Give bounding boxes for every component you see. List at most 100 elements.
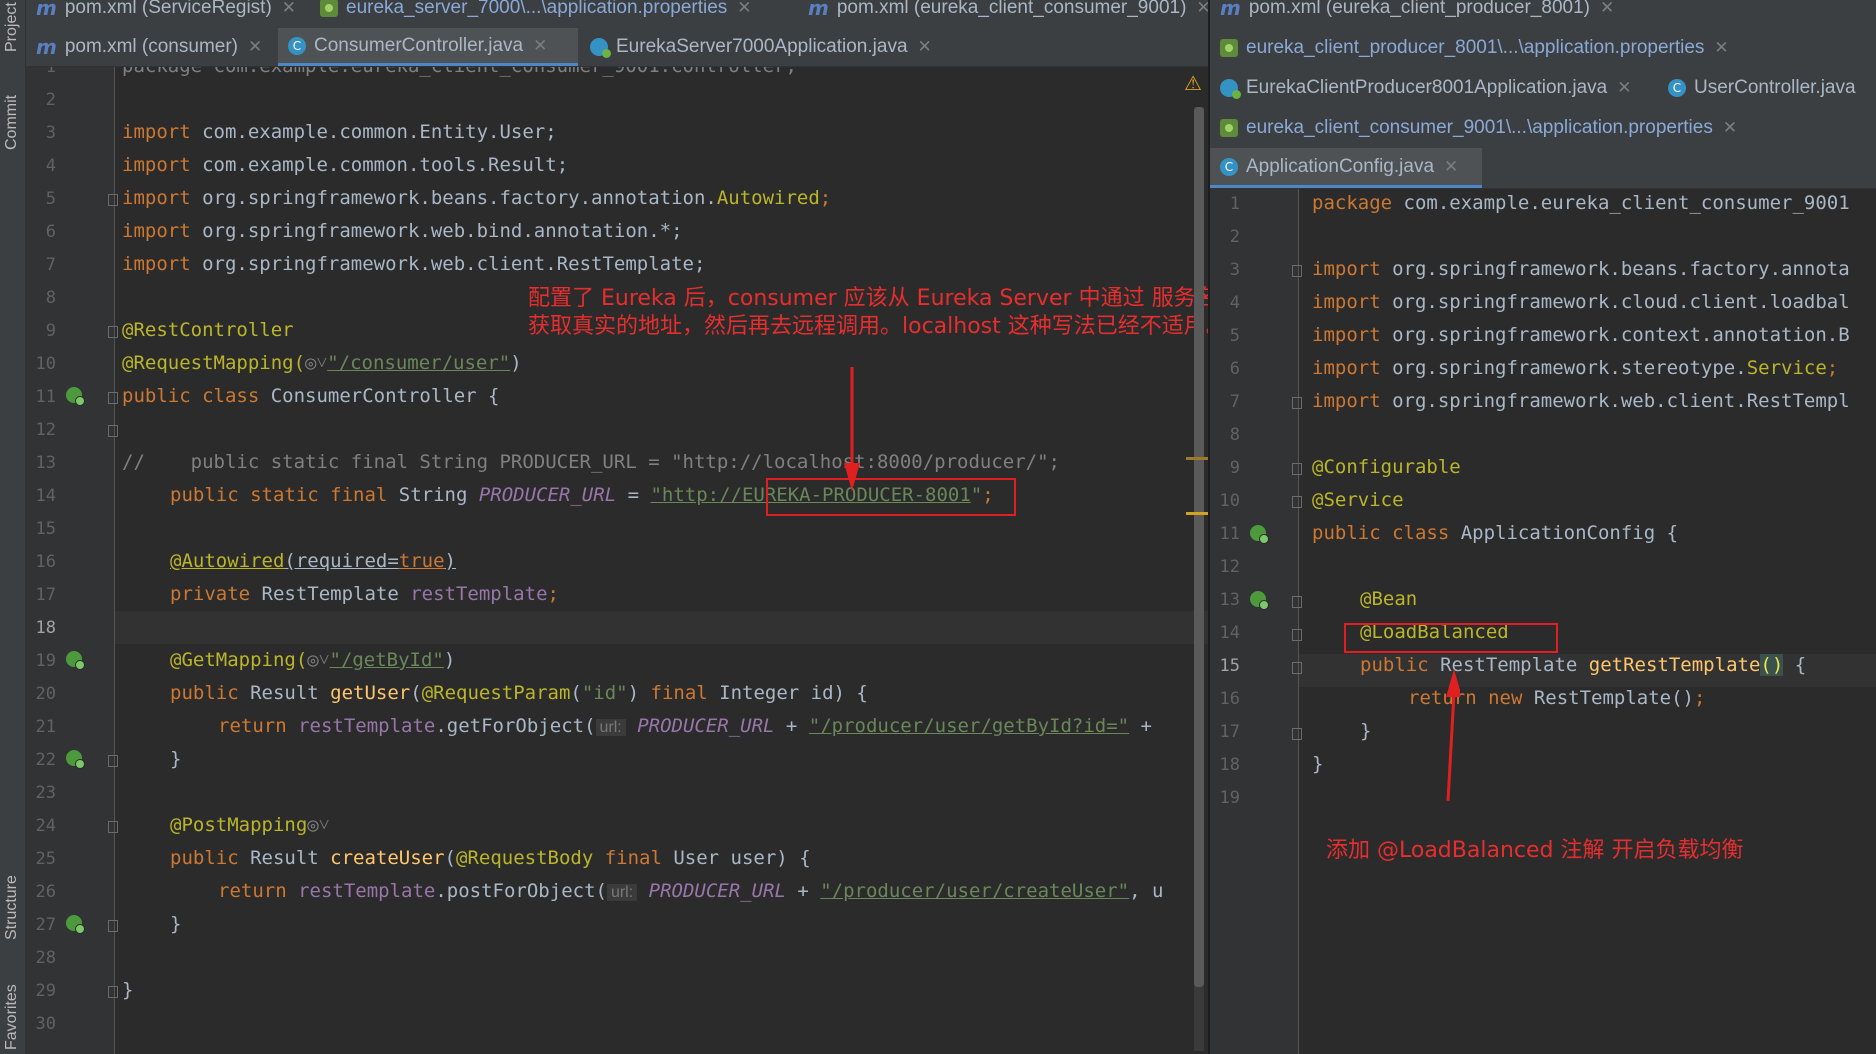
structure-tool-button[interactable]: Structure: [3, 875, 21, 940]
left-editor[interactable]: 1 2 3 4 5 6 7 8 9 10 11 12 13 14 15 16 17 18 19 20 21 22 23 24 2…: [26, 67, 1208, 1054]
line-number: 2: [1229, 227, 1240, 247]
line-number: 21: [35, 717, 56, 737]
class-icon: C: [1668, 79, 1686, 97]
annotation-note-right: 添加 @LoadBalanced 注解 开启负载均衡: [1326, 838, 1744, 863]
code-line-5: import org.springframework.context.annot…: [1312, 324, 1850, 346]
vertical-scrollbar[interactable]: [1194, 107, 1204, 1051]
line-number: 2: [45, 90, 56, 110]
spring-boot-icon: [1220, 79, 1241, 99]
line-number: 7: [1229, 392, 1240, 412]
spring-bean-gutter-icon[interactable]: [66, 651, 85, 670]
tool-window-strip: Project Commit Structure Favorites: [0, 0, 26, 1054]
close-icon[interactable]: ✕: [533, 36, 547, 56]
fold-icon[interactable]: [1292, 496, 1302, 508]
line-number: 28: [35, 948, 56, 968]
code-line-3: import org.springframework.beans.factory…: [1312, 258, 1850, 280]
spring-bean-gutter-icon[interactable]: [66, 387, 85, 406]
fold-icon[interactable]: [1292, 265, 1302, 277]
current-line-highlight: [115, 611, 1208, 644]
line-number: 10: [35, 354, 56, 374]
service-name-highlight-box: [766, 478, 1016, 516]
arrow-icon: [844, 367, 860, 491]
fold-icon[interactable]: [108, 194, 118, 206]
line-number: 11: [1219, 524, 1240, 544]
close-icon[interactable]: ✕: [1617, 78, 1631, 98]
right-editor[interactable]: 1 2 3 4 5 6 7 8 9 10 11 12 13 14 15 16 17 18 19 package co…: [1210, 189, 1876, 1054]
line-number: 13: [35, 453, 56, 473]
spring-bean-gutter-icon[interactable]: [66, 915, 85, 934]
tab-application-config[interactable]: C ApplicationConfig.java ✕: [1210, 148, 1482, 188]
spring-boot-icon: [590, 38, 611, 58]
project-tool-button[interactable]: Project: [3, 2, 21, 52]
maven-icon: m: [1220, 0, 1241, 20]
tab-eureka-server-properties[interactable]: eureka_server_7000\...\application.prope…: [310, 0, 762, 28]
close-icon[interactable]: ✕: [918, 37, 932, 57]
code-line-13: @Bean: [1360, 588, 1418, 610]
line-number: 4: [45, 156, 56, 176]
maven-icon: m: [808, 0, 829, 20]
tab-pom-consumer-9001[interactable]: m pom.xml (eureka_client_consumer_9001) ✕: [798, 0, 1221, 28]
gutter-divider: [114, 67, 115, 1054]
tab-pom-consumer[interactable]: m pom.xml (consumer) ✕: [26, 28, 272, 66]
fold-icon[interactable]: [1292, 397, 1302, 409]
tab-user-controller[interactable]: C UserController.java: [1658, 68, 1866, 108]
fold-icon[interactable]: [108, 755, 118, 767]
spring-bean-gutter-icon[interactable]: [66, 750, 85, 769]
tab-pom-producer-8001[interactable]: m pom.xml (eureka_client_producer_8001) ✕: [1210, 0, 1624, 28]
fold-icon[interactable]: [1292, 596, 1302, 608]
annotation-note-left: 配置了 Eureka 后，consumer 应该从 Eureka Server …: [528, 286, 1208, 339]
code-line-18: }: [1312, 753, 1324, 775]
fold-icon[interactable]: [1292, 629, 1302, 641]
globe-icon[interactable]: ◎˅: [307, 649, 329, 671]
scrollbar-thumb[interactable]: [1194, 107, 1204, 987]
code-line-10: @Service: [1312, 489, 1404, 511]
line-number: 10: [1219, 491, 1240, 511]
code-line-1: package com.example.eureka_client_consum…: [1312, 192, 1850, 214]
tab-consumer-controller[interactable]: C ConsumerController.java ✕: [278, 28, 578, 66]
line-number: 6: [1229, 359, 1240, 379]
globe-icon[interactable]: ◎˅: [305, 352, 327, 374]
tab-producer-8001-properties[interactable]: eureka_client_producer_8001\...\applicat…: [1210, 28, 1739, 68]
favorites-tool-button[interactable]: Favorites: [3, 984, 21, 1050]
parameter-hint: url:: [606, 884, 638, 901]
warning-triangle-icon[interactable]: ⚠: [1184, 71, 1202, 95]
fold-icon[interactable]: [108, 392, 118, 404]
tab-producer-8001-application[interactable]: EurekaClientProducer8001Application.java…: [1210, 68, 1641, 108]
close-icon[interactable]: ✕: [248, 37, 262, 57]
fold-icon[interactable]: [108, 986, 118, 998]
tab-pom-serviceregist[interactable]: m pom.xml (ServiceRegist) ✕: [26, 0, 306, 28]
code-line-3: import com.example.common.Entity.User;: [122, 121, 557, 143]
close-icon[interactable]: ✕: [1714, 38, 1728, 58]
fold-icon[interactable]: [1292, 662, 1302, 674]
fold-icon[interactable]: [108, 326, 118, 338]
globe-icon[interactable]: ◎˅: [307, 814, 329, 836]
line-number: 30: [35, 1014, 56, 1034]
parameter-hint: url:: [595, 719, 626, 736]
line-number: 6: [45, 222, 56, 242]
close-icon[interactable]: ✕: [282, 0, 296, 18]
spring-bean-gutter-icon[interactable]: [1250, 525, 1269, 544]
code-line-22: }: [170, 748, 182, 770]
line-number: 27: [35, 915, 56, 935]
fold-icon[interactable]: [1292, 728, 1302, 740]
line-number: 15: [35, 519, 56, 539]
line-number: 9: [45, 321, 56, 341]
fold-icon[interactable]: [1292, 463, 1302, 475]
close-icon[interactable]: ✕: [1723, 118, 1737, 138]
code-line-17: }: [1360, 720, 1372, 742]
commit-tool-button[interactable]: Commit: [3, 95, 21, 150]
close-icon[interactable]: ✕: [1600, 0, 1614, 18]
tab-eureka-server-application[interactable]: EurekaServer7000Application.java ✕: [580, 28, 942, 66]
code-line-26: return restTemplate.postForObject(url: P…: [218, 880, 1164, 902]
line-number: 17: [35, 585, 56, 605]
spring-bean-gutter-icon[interactable]: [1250, 591, 1269, 610]
close-icon[interactable]: ✕: [737, 0, 751, 18]
code-line-29: }: [122, 979, 134, 1001]
close-icon[interactable]: ✕: [1444, 157, 1458, 177]
fold-icon[interactable]: [108, 821, 118, 833]
tab-consumer-9001-properties[interactable]: eureka_client_consumer_9001\...\applicat…: [1210, 108, 1747, 148]
line-number: 17: [1219, 722, 1240, 742]
code-line-1: package com.example.eureka_client_consum…: [122, 67, 797, 77]
fold-icon[interactable]: [108, 920, 118, 932]
fold-icon[interactable]: [108, 425, 118, 437]
